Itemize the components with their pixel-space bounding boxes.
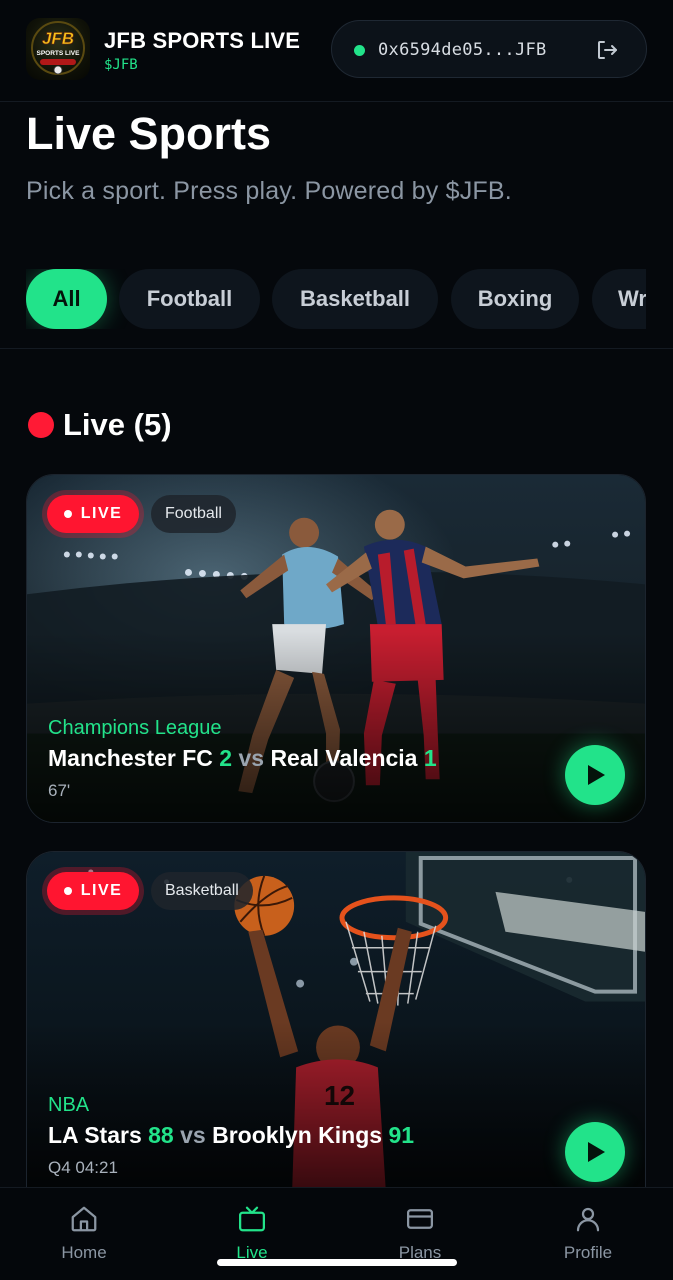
versus-label: vs — [238, 745, 265, 771]
tv-icon — [239, 1206, 265, 1232]
live-badge-label: LIVE — [80, 882, 123, 899]
play-button[interactable] — [565, 1122, 625, 1182]
card-icon — [407, 1209, 433, 1229]
nav-label-home: Home — [61, 1243, 107, 1262]
home-icon — [71, 1206, 97, 1232]
sport-filter-bar: All Football Basketball Boxing Wr — [26, 269, 646, 329]
live-section-heading: Live (5) — [63, 407, 172, 442]
home-team: Manchester FC — [48, 745, 213, 771]
live-badge-dot — [63, 887, 72, 895]
filter-chip-basketball[interactable]: Basketball — [272, 269, 438, 329]
home-score: 88 — [148, 1122, 174, 1148]
filter-chip-boxing[interactable]: Boxing — [451, 269, 579, 329]
nav-item-live[interactable]: Live — [192, 1188, 312, 1280]
live-badge-dot — [63, 510, 72, 518]
play-button[interactable] — [565, 745, 625, 805]
section-divider — [0, 348, 673, 349]
match-card[interactable]: 12 LIVE Basketball NBA LA Stars 88 vs Br… — [26, 851, 646, 1191]
home-team: LA Stars — [48, 1122, 142, 1148]
app-logo[interactable]: JFB SPORTS LIVE — [26, 18, 90, 80]
app-name: JFB SPORTS LIVE — [104, 28, 301, 53]
live-badge: LIVE — [47, 495, 139, 533]
play-icon — [588, 765, 605, 785]
home-score: 2 — [219, 745, 233, 771]
match-card[interactable]: LIVE Football Champions League Mancheste… — [26, 474, 646, 823]
filter-chip-all[interactable]: All — [26, 269, 107, 329]
league-name: NBA — [48, 1094, 90, 1116]
app-header: JFB SPORTS LIVE JFB SPORTS LIVE $JFB 0x6… — [0, 0, 673, 102]
away-score: 1 — [423, 745, 437, 771]
live-badge-label: LIVE — [80, 505, 123, 522]
wallet-pill[interactable]: 0x6594de05...JFB — [331, 20, 647, 78]
play-icon — [588, 1142, 605, 1162]
token-ticker: $JFB — [104, 57, 138, 73]
sport-badge: Football — [151, 495, 236, 533]
nav-item-plans[interactable]: Plans — [360, 1188, 480, 1280]
user-icon — [576, 1207, 600, 1232]
filter-chip-wrestling[interactable]: Wr — [592, 269, 646, 329]
away-team: Real Valencia — [270, 745, 418, 771]
away-score: 91 — [388, 1122, 415, 1148]
logout-icon[interactable] — [595, 38, 619, 62]
versus-label: vs — [180, 1122, 206, 1148]
wallet-status-dot — [354, 45, 365, 56]
filter-chip-football[interactable]: Football — [119, 269, 260, 329]
live-indicator-dot — [28, 412, 54, 438]
home-indicator — [217, 1259, 457, 1266]
match-title: Manchester FC 2 vs Real Valencia 1 — [48, 745, 437, 772]
nav-label-profile: Profile — [563, 1243, 613, 1262]
nav-item-home[interactable]: Home — [24, 1188, 144, 1280]
svg-text:SPORTS LIVE: SPORTS LIVE — [37, 50, 81, 57]
page-subtitle: Pick a sport. Press play. Powered by $JF… — [26, 177, 512, 205]
match-title: LA Stars 88 vs Brooklyn Kings 91 — [48, 1122, 414, 1149]
match-clock: 67' — [48, 781, 71, 800]
live-badge: LIVE — [47, 872, 139, 910]
svg-text:JFB: JFB — [42, 29, 74, 48]
league-name: Champions League — [48, 717, 222, 739]
nav-item-profile[interactable]: Profile — [528, 1188, 648, 1280]
match-clock: Q4 04:21 — [48, 1158, 118, 1177]
bottom-nav: Home Live Plans Profile — [0, 1187, 673, 1280]
wallet-address: 0x6594de05...JFB — [378, 40, 547, 60]
away-team: Brooklyn Kings — [212, 1122, 383, 1148]
page-title: Live Sports — [26, 108, 272, 159]
sport-badge: Basketball — [151, 872, 253, 910]
